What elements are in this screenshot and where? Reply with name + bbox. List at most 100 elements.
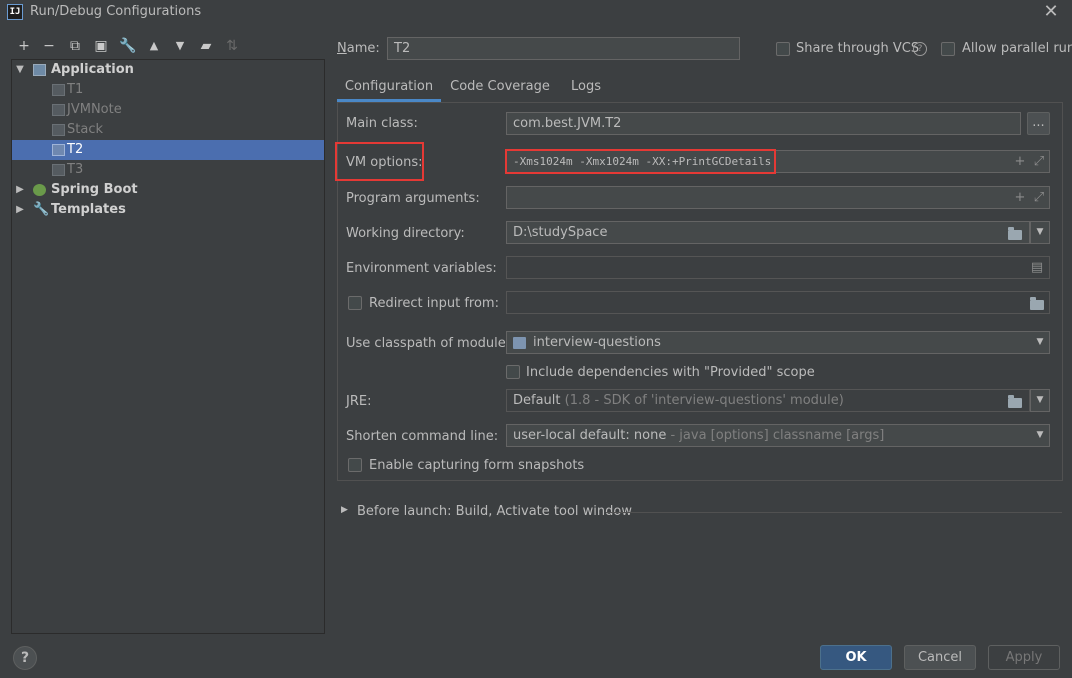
configurations-tree: ▼ Application T1 JVMNote Stack T2 T3 ▶ S… xyxy=(11,59,325,634)
folder-icon[interactable] xyxy=(1030,297,1044,310)
redirect-input-checkbox[interactable] xyxy=(348,296,362,310)
working-dir-field[interactable]: D:\studySpace xyxy=(506,221,1030,244)
tree-label-templates: Templates xyxy=(51,202,126,217)
program-args-label: Program arguments: xyxy=(346,191,480,206)
main-class-field[interactable]: com.best.JVM.T2 xyxy=(506,112,1021,135)
shorten-hint: - java [options] classname [args] xyxy=(670,428,885,443)
expand-icon[interactable]: ⤢ xyxy=(1031,154,1047,170)
share-vcs-label: Share through VCS xyxy=(796,41,920,56)
move-up-icon[interactable]: ▲ xyxy=(144,37,164,55)
jre-hint: (1.8 - SDK of 'interview-questions' modu… xyxy=(564,393,844,408)
add-icon[interactable]: + xyxy=(1012,190,1028,206)
cancel-button[interactable]: Cancel xyxy=(904,645,976,670)
document-icon[interactable]: ▤ xyxy=(1029,260,1045,276)
tree-label-application: Application xyxy=(51,62,134,77)
apply-button[interactable]: Apply xyxy=(988,645,1060,670)
close-icon[interactable]: ✕ xyxy=(1043,2,1059,22)
classpath-value: interview-questions xyxy=(533,335,661,350)
chevron-down-icon[interactable]: ▼ xyxy=(1030,332,1050,353)
config-icon xyxy=(52,144,65,156)
config-icon xyxy=(52,104,65,116)
name-field[interactable]: T2 xyxy=(387,37,740,60)
collapsed-arrow-icon[interactable]: ▶ xyxy=(15,180,25,200)
expand-icon[interactable]: ⤢ xyxy=(1031,190,1047,206)
allow-parallel-label: Allow parallel run xyxy=(962,41,1072,56)
tree-node-application[interactable]: ▼ Application xyxy=(12,60,324,80)
ok-button[interactable]: OK xyxy=(820,645,892,670)
collapsed-arrow-icon[interactable]: ▶ xyxy=(15,200,25,220)
intellij-app-icon: IJ xyxy=(7,4,23,20)
shorten-value: user-local default: none xyxy=(513,428,667,443)
title-bar: IJ Run/Debug Configurations ✕ xyxy=(0,0,1072,26)
chevron-down-icon[interactable]: ▼ xyxy=(1030,425,1050,446)
include-deps-checkbox[interactable] xyxy=(506,365,520,379)
tree-item-t3[interactable]: T3 xyxy=(12,160,324,180)
classpath-select[interactable]: interview-questions xyxy=(506,331,1050,354)
redirect-input-label: Redirect input from: xyxy=(369,296,499,311)
classpath-label: Use classpath of module: xyxy=(346,336,511,351)
remove-icon[interactable]: − xyxy=(39,37,59,55)
wrench-icon[interactable]: 🔧 xyxy=(118,37,138,55)
tree-item-label: T2 xyxy=(67,142,84,157)
tree-node-templates[interactable]: ▶ 🔧 Templates xyxy=(12,200,324,220)
tree-item-label: JVMNote xyxy=(67,102,122,117)
new-folder-icon[interactable]: ▰ xyxy=(196,37,216,55)
module-icon xyxy=(513,337,526,349)
expanded-arrow-icon[interactable]: ▼ xyxy=(15,60,25,80)
shorten-label: Shorten command line: xyxy=(346,429,499,444)
tree-label-spring-boot: Spring Boot xyxy=(51,182,138,197)
name-label: Name: xyxy=(337,41,380,56)
share-vcs-checkbox[interactable] xyxy=(776,42,790,56)
include-deps-label: Include dependencies with "Provided" sco… xyxy=(526,365,815,380)
tree-item-label: Stack xyxy=(67,122,103,137)
config-icon xyxy=(52,124,65,136)
tree-item-stack[interactable]: Stack xyxy=(12,120,324,140)
env-vars-field[interactable] xyxy=(506,256,1050,279)
tab-logs[interactable]: Logs xyxy=(559,78,613,102)
jre-value: Default xyxy=(513,393,561,408)
snapshots-label: Enable capturing form snapshots xyxy=(369,458,585,473)
snapshots-checkbox[interactable] xyxy=(348,458,362,472)
wrench-icon: 🔧 xyxy=(33,202,50,217)
copy-icon[interactable]: ⧉ xyxy=(65,37,85,55)
main-class-label: Main class: xyxy=(346,116,418,131)
sort-icon[interactable]: ⇅ xyxy=(222,37,242,55)
chevron-down-icon[interactable]: ▼ xyxy=(1030,222,1050,243)
add-icon[interactable]: + xyxy=(1012,154,1028,170)
save-icon[interactable]: ▣ xyxy=(91,37,111,55)
chevron-down-icon[interactable]: ▼ xyxy=(1030,390,1050,411)
before-launch-label[interactable]: Before launch: Build, Activate tool wind… xyxy=(357,504,632,519)
add-icon[interactable]: + xyxy=(14,37,34,55)
collapsed-arrow-icon[interactable]: ▶ xyxy=(341,505,348,515)
env-vars-label: Environment variables: xyxy=(346,261,497,276)
tree-item-jvmnote[interactable]: JVMNote xyxy=(12,100,324,120)
working-dir-label: Working directory: xyxy=(346,226,465,241)
browse-button[interactable]: ... xyxy=(1027,112,1050,135)
program-args-field[interactable] xyxy=(506,186,1050,209)
highlight-box-vm-label xyxy=(335,142,424,181)
help-circle-icon[interactable]: ? xyxy=(913,42,927,56)
redirect-input-field[interactable] xyxy=(506,291,1050,314)
move-down-icon[interactable]: ▼ xyxy=(170,37,190,55)
before-launch-separator xyxy=(606,512,1062,513)
spring-boot-icon xyxy=(33,184,46,196)
highlight-box-vm-value xyxy=(505,149,776,174)
tree-item-t1[interactable]: T1 xyxy=(12,80,324,100)
tree-item-label: T1 xyxy=(67,82,84,97)
tab-configuration[interactable]: Configuration xyxy=(337,78,441,102)
folder-icon[interactable] xyxy=(1008,227,1022,240)
window-title: Run/Debug Configurations xyxy=(30,4,202,19)
config-icon xyxy=(52,84,65,96)
tree-item-t2[interactable]: T2 xyxy=(12,140,324,160)
tab-code-coverage[interactable]: Code Coverage xyxy=(448,78,552,102)
help-button[interactable]: ? xyxy=(13,646,37,670)
jre-field[interactable]: Default (1.8 - SDK of 'interview-questio… xyxy=(506,389,1030,412)
tree-item-label: T3 xyxy=(67,162,84,177)
shorten-select[interactable]: user-local default: none - java [options… xyxy=(506,424,1050,447)
config-icon xyxy=(52,164,65,176)
folder-icon[interactable] xyxy=(1008,395,1022,408)
jre-label: JRE: xyxy=(346,394,372,409)
tree-node-spring-boot[interactable]: ▶ Spring Boot xyxy=(12,180,324,200)
application-icon xyxy=(33,64,46,76)
allow-parallel-checkbox[interactable] xyxy=(941,42,955,56)
